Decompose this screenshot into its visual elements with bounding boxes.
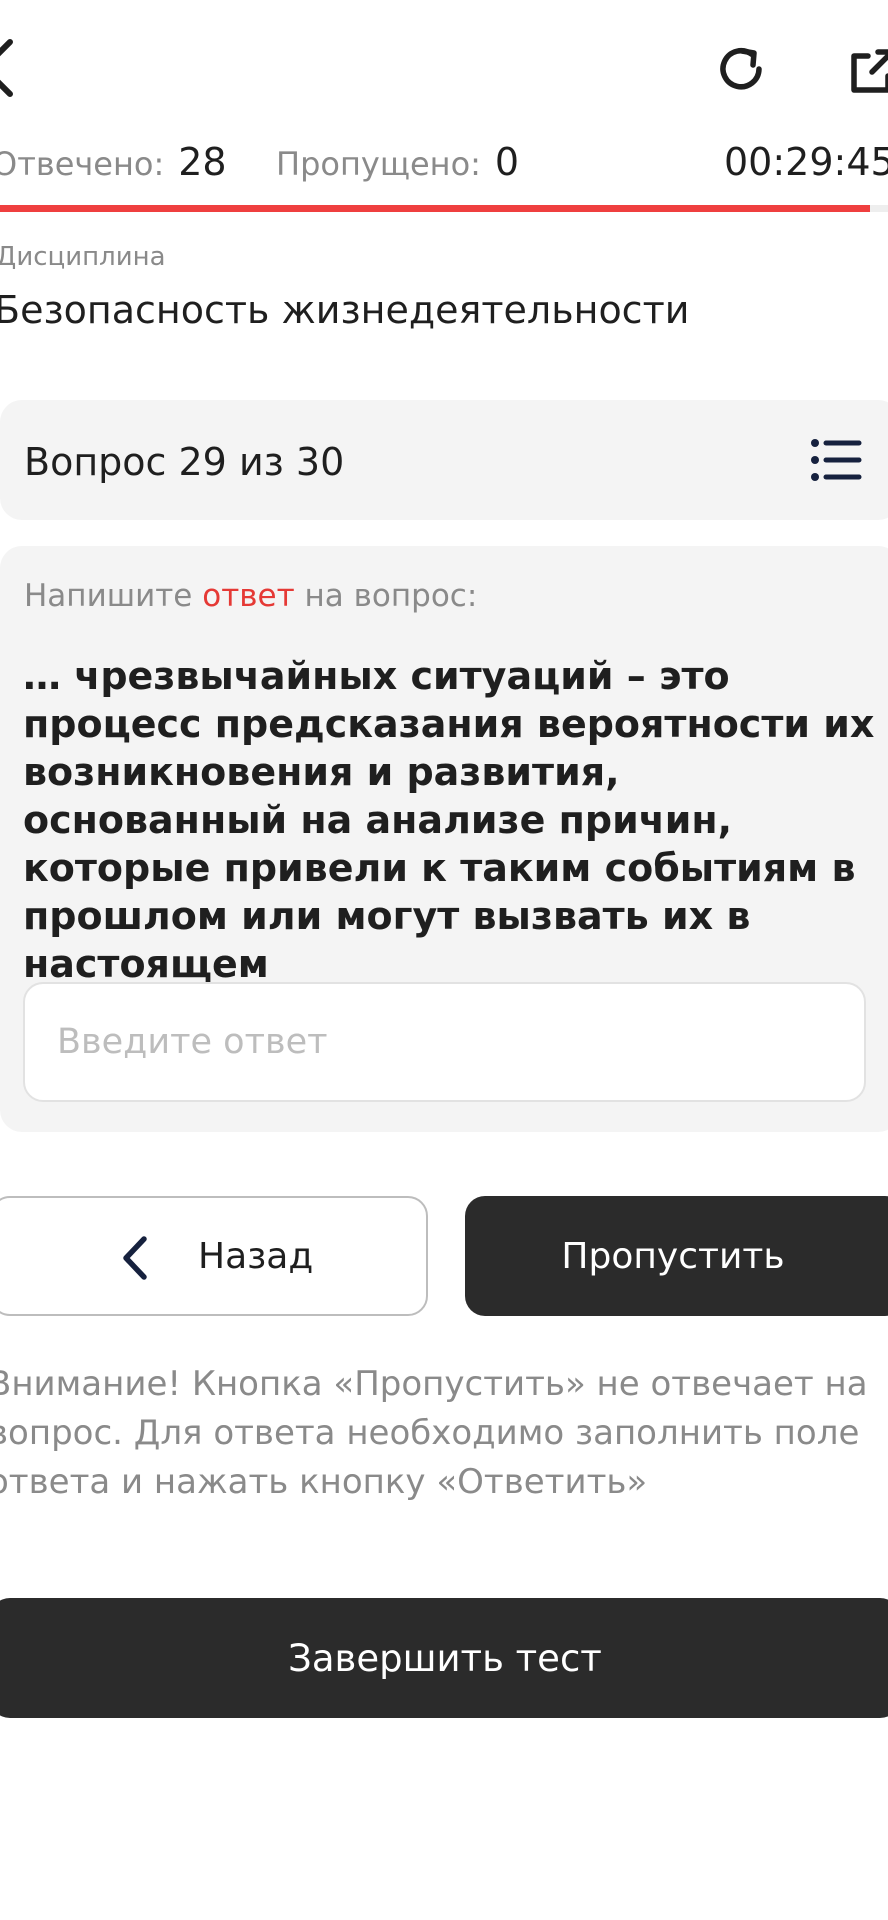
skip-button-label: Пропустить (561, 1235, 785, 1277)
instruction-highlight: ответ (202, 578, 295, 614)
chevron-left-icon (123, 1236, 147, 1280)
skipped-stat: Пропущено: 0 (276, 138, 519, 188)
refresh-icon[interactable] (714, 42, 768, 96)
test-screen: Отвечено: 28 Пропущено: 0 00:29:45 Дисципл… (0, 0, 888, 1920)
finish-test-button[interactable]: Завершить тест (0, 1598, 888, 1718)
answered-stat: Отвечено: 28 (0, 138, 227, 188)
skip-button[interactable]: Пропустить (465, 1196, 888, 1316)
discipline-label: Дисциплина (0, 242, 166, 272)
back-button[interactable]: Назад (0, 1196, 428, 1316)
progress-fill (0, 205, 871, 212)
finish-test-label: Завершить тест (288, 1636, 602, 1680)
answered-label: Отвечено: (0, 145, 165, 183)
question-counter: Вопрос 29 из 30 (24, 440, 345, 484)
chevron-left-icon[interactable] (0, 38, 14, 98)
instruction-text-end: на вопрос: (294, 578, 478, 614)
external-link-icon[interactable] (846, 44, 888, 98)
skipped-count: 0 (494, 140, 520, 184)
question-list-icon[interactable] (810, 436, 862, 484)
timer: 00:29:45 (724, 140, 888, 184)
answer-input[interactable] (23, 982, 866, 1102)
skipped-label: Пропущено: (276, 145, 481, 183)
back-button-label: Назад (198, 1236, 314, 1277)
progress-bar (0, 205, 888, 212)
answered-count: 28 (178, 140, 227, 184)
question-header-card: Вопрос 29 из 30 (0, 400, 888, 520)
skip-notice: Внимание! Кнопка «Пропустить» не отвечае… (0, 1364, 868, 1502)
question-instruction: Напишите ответ на вопрос: (24, 578, 477, 614)
question-text: … чрезвычайных ситуаций – это процесс пр… (23, 654, 875, 986)
discipline-name: Безопасность жизнедеятельности (0, 288, 690, 332)
instruction-text: Напишите (24, 578, 203, 614)
